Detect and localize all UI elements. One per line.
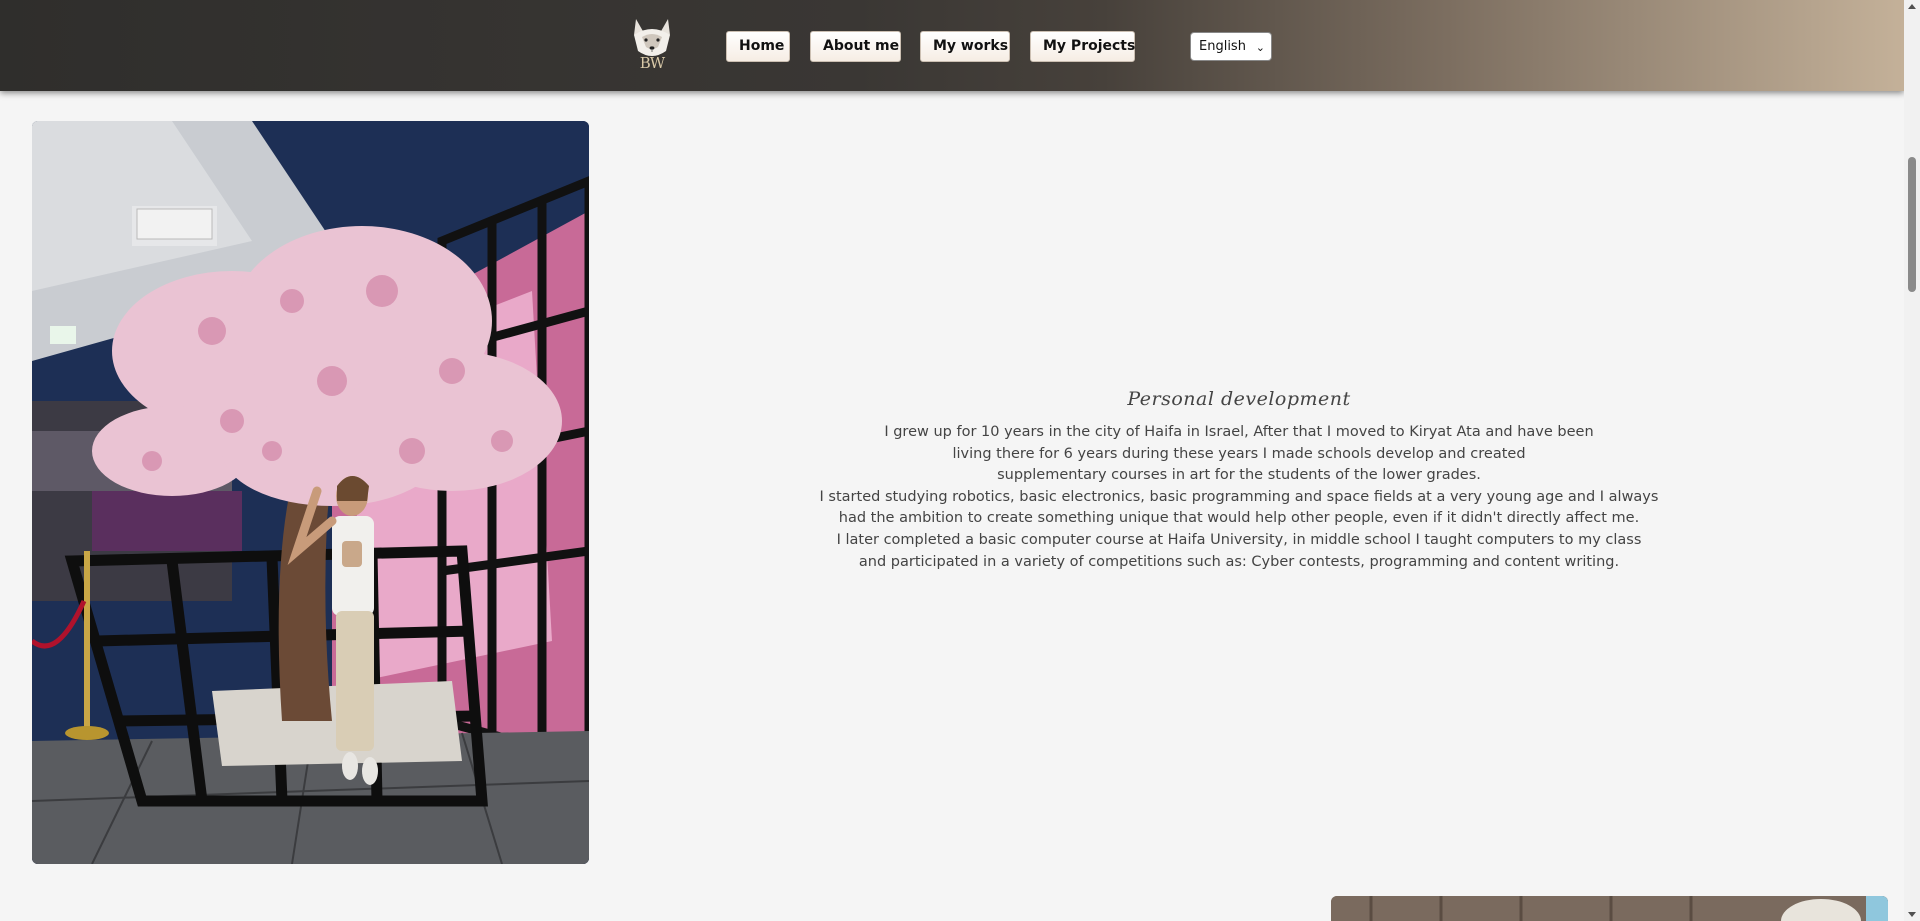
page-scrollbar[interactable] — [1904, 0, 1920, 921]
scrollbar-thumb[interactable] — [1908, 157, 1916, 292]
language-select[interactable]: English ⌄ — [1190, 32, 1272, 61]
scroll-down-icon[interactable] — [1908, 912, 1916, 917]
section-text-line: I later completed a basic computer cours… — [836, 531, 1642, 548]
scroll-up-icon[interactable] — [1908, 4, 1916, 9]
section-text-line: had the ambition to create something uni… — [838, 510, 1640, 527]
section-text-line: I started studying robotics, basic elect… — [819, 488, 1659, 505]
nav-home-button[interactable]: Home — [726, 31, 790, 62]
wolf-logo-icon[interactable]: BW — [630, 17, 674, 73]
second-photo — [1331, 896, 1888, 921]
personal-development-section: Personal development I grew up for 10 ye… — [760, 388, 1718, 573]
section-text-line: living there for 6 years during these ye… — [952, 445, 1526, 462]
site-header: BW Home About me My works My Projects En… — [0, 0, 1904, 91]
section-title: Personal development — [1127, 388, 1351, 410]
nav-projects-button[interactable]: My Projects — [1030, 31, 1135, 62]
profile-photo — [32, 121, 589, 864]
language-selected-value: English — [1199, 39, 1246, 54]
chevron-down-icon: ⌄ — [1255, 41, 1265, 54]
logo-text: BW — [639, 54, 665, 72]
nav-about-button[interactable]: About me — [810, 31, 901, 62]
section-text-line: I grew up for 10 years in the city of Ha… — [884, 424, 1594, 440]
section-text-line: supplementary courses in art for the stu… — [997, 467, 1481, 484]
page: BW Home About me My works My Projects En… — [0, 0, 1920, 921]
section-text-line: and participated in a variety of competi… — [858, 553, 1620, 570]
nav-works-button[interactable]: My works — [920, 31, 1010, 62]
